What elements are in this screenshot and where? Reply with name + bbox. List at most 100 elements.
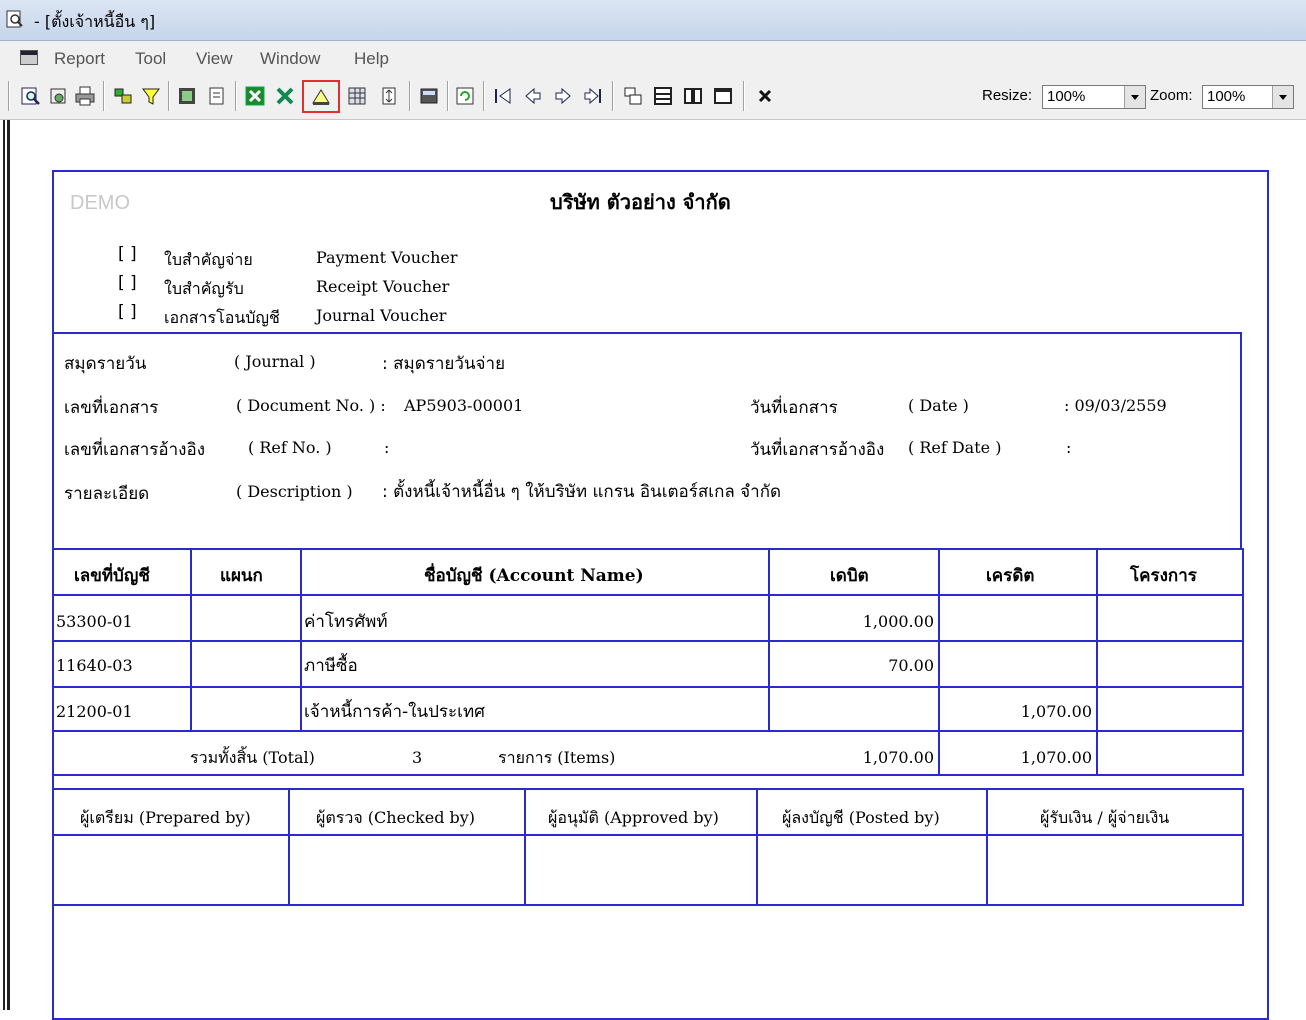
first-page-icon[interactable] — [490, 83, 516, 109]
refno-colon: : — [384, 438, 390, 457]
demo-watermark: DEMO — [70, 192, 130, 214]
resize-select[interactable]: 100% — [1042, 85, 1146, 109]
close-icon[interactable] — [752, 83, 778, 109]
row-account: 11640-03 — [56, 656, 133, 675]
table-col-line — [768, 548, 770, 732]
resize-label: Resize: — [982, 87, 1033, 104]
col-header-account: เลขที่บัญชี — [74, 566, 150, 586]
table-col-line — [300, 548, 302, 732]
export-text-icon[interactable] — [204, 83, 230, 109]
signature-col-line — [756, 788, 758, 906]
next-page-icon[interactable] — [550, 83, 576, 109]
calculator-icon[interactable] — [416, 83, 442, 109]
setup-icon[interactable] — [46, 83, 72, 109]
col-header-credit: เครดิต — [986, 566, 1035, 586]
toolbar-separator — [409, 81, 411, 111]
info-box-right — [1240, 332, 1242, 550]
menu-help[interactable]: Help — [354, 49, 389, 69]
row-account-name: เจ้าหนี้การค้า-ในประเทศ — [304, 702, 485, 722]
menu-report[interactable]: Report — [54, 49, 105, 69]
window-frame-edge — [0, 120, 10, 1010]
resize-value: 100% — [1047, 88, 1086, 105]
refdate-label-en: ( Ref Date ) — [908, 438, 1002, 457]
toolbar-separator — [447, 81, 449, 111]
voucher-type-eng: Journal Voucher — [316, 306, 447, 325]
signature-approved: ผู้อนุมัติ (Approved by) — [548, 808, 719, 827]
menu-window[interactable]: Window — [260, 49, 320, 69]
excel-export-icon[interactable] — [272, 83, 298, 109]
print-icon[interactable] — [72, 83, 98, 109]
toolbar: Resize: 100% Zoom: 100% — [0, 75, 1306, 120]
total-label: รวมทั้งสิ้น (Total) — [190, 748, 315, 767]
voucher-checkbox: [ ] — [118, 244, 137, 264]
signature-posted: ผู้ลงบัญชี (Posted by) — [782, 808, 940, 827]
design-icon[interactable] — [302, 80, 340, 113]
voucher-type-thai: เอกสารโอนบัญชี — [164, 308, 280, 327]
description-label-en: ( Description ) — [236, 482, 353, 501]
refresh-icon[interactable] — [452, 83, 478, 109]
table-col-line — [190, 548, 192, 732]
menu-view[interactable]: View — [196, 49, 233, 69]
row-debit: 1,000.00 — [862, 612, 934, 631]
signature-col-line — [986, 788, 988, 906]
row-account-name: ภาษีซื้อ — [304, 656, 358, 676]
date-label-en: ( Date ) — [908, 396, 969, 415]
chevron-down-icon[interactable] — [1272, 86, 1293, 108]
excel-icon[interactable] — [242, 83, 268, 109]
description-label-th: รายละเอียด — [64, 484, 150, 504]
total-debit: 1,070.00 — [862, 748, 934, 767]
menu-tool[interactable]: Tool — [135, 49, 166, 69]
signature-top-line — [54, 788, 1244, 790]
signature-prepared: ผู้เตรียม (Prepared by) — [80, 808, 251, 827]
preview-icon[interactable] — [18, 83, 44, 109]
col-header-debit: เดบิต — [830, 566, 869, 586]
table-bottom-line — [54, 774, 1244, 776]
filter-group-icon[interactable] — [110, 83, 136, 109]
export-icon[interactable] — [174, 83, 200, 109]
table-row-line — [54, 730, 1244, 732]
company-name: บริษัท ตัวอย่าง จำกัด — [550, 190, 731, 214]
row-debit: 70.00 — [888, 656, 934, 675]
journal-label-en: ( Journal ) — [234, 352, 316, 371]
resize-icon[interactable] — [376, 83, 402, 109]
date-value: : 09/03/2559 — [1064, 396, 1167, 415]
journal-value: : สมุดรายวันจ่าย — [382, 354, 506, 374]
toolbar-separator — [103, 81, 105, 111]
total-credit: 1,070.00 — [1020, 748, 1092, 767]
row-account: 21200-01 — [56, 702, 133, 721]
col-header-account-name: ชื่อบัญชี (Account Name) — [424, 566, 644, 586]
zoom-select[interactable]: 100% — [1202, 85, 1294, 109]
grid-icon[interactable] — [344, 83, 370, 109]
docno-label-en: ( Document No. ) : — [236, 396, 386, 415]
menu-bar: Report Tool View Window Help — [0, 41, 1306, 75]
toolbar-separator — [168, 81, 170, 111]
table-col-line — [1242, 548, 1244, 776]
chevron-down-icon[interactable] — [1124, 86, 1145, 108]
filter-icon[interactable] — [138, 83, 164, 109]
window-title: - [ตั้งเจ้าหนี้อืน ๆ] — [34, 12, 156, 31]
refdate-label-th: วันที่เอกสารอ้างอิง — [750, 440, 885, 460]
window-icon[interactable] — [710, 83, 736, 109]
journal-label-th: สมุดรายวัน — [64, 354, 147, 374]
toolbar-grip — [8, 81, 10, 111]
signature-checked: ผู้ตรวจ (Checked by) — [316, 808, 476, 827]
mdi-window-icon[interactable] — [20, 50, 38, 65]
items-label: รายการ (Items) — [498, 748, 616, 767]
signature-col-line — [288, 788, 290, 906]
voucher-type-eng: Payment Voucher — [316, 248, 458, 267]
tile-icon[interactable] — [620, 83, 646, 109]
description-value: : ตั้งหนี้เจ้าหนี้อื่น ๆ ให้บริษัท แกรน … — [382, 482, 782, 502]
refno-label-th: เลขที่เอกสารอ้างอิง — [64, 440, 205, 460]
prev-page-icon[interactable] — [520, 83, 546, 109]
rows-icon[interactable] — [650, 83, 676, 109]
last-page-icon[interactable] — [580, 83, 606, 109]
voucher-checkbox: [ ] — [118, 302, 137, 322]
col-header-project: โครงการ — [1130, 566, 1197, 586]
table-row-line — [54, 640, 1244, 642]
columns-icon[interactable] — [680, 83, 706, 109]
toolbar-separator — [612, 81, 614, 111]
signature-bottom-line — [54, 904, 1244, 906]
info-box-top — [54, 332, 1242, 334]
report-preview-icon[interactable] — [6, 10, 24, 28]
table-header-bottom — [54, 594, 1244, 596]
